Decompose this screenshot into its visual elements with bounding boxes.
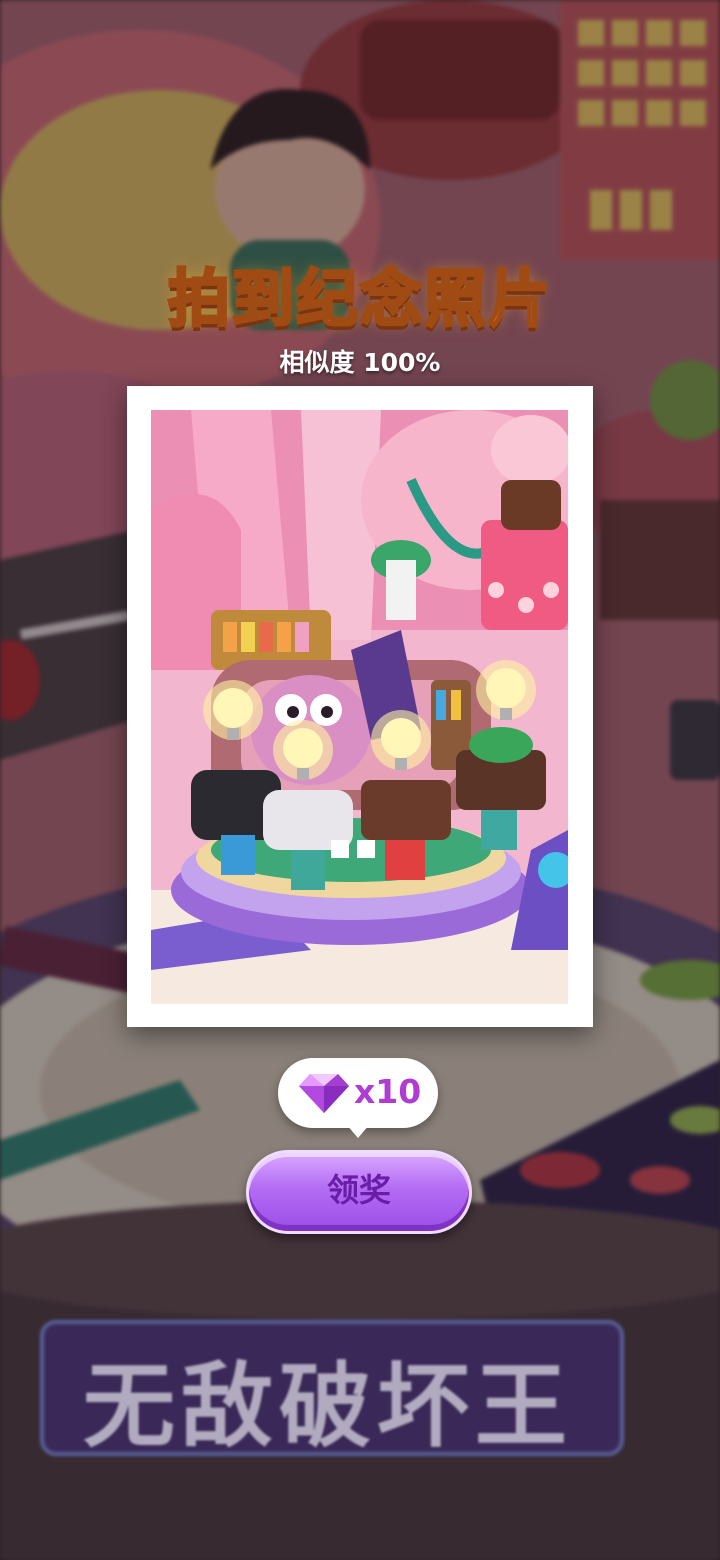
reward-bubble-tail bbox=[346, 1124, 370, 1138]
game-screen: 无敌破坏王 拍到纪念照片 相似度 100% x10 领奖 bbox=[0, 0, 720, 1560]
claim-reward-button[interactable]: 领奖 bbox=[246, 1150, 472, 1234]
purple-gem-icon bbox=[299, 1074, 349, 1113]
reward-bubble: x10 bbox=[278, 1058, 438, 1128]
background-sign-text: 无敌破坏王 bbox=[82, 1353, 573, 1460]
reward-quantity: x10 bbox=[354, 1072, 422, 1111]
souvenir-photo-frame bbox=[127, 386, 593, 1027]
similarity-label: 相似度 100% bbox=[279, 348, 441, 377]
souvenir-photo bbox=[151, 410, 568, 1004]
popup-title: 拍到纪念照片 bbox=[166, 261, 552, 337]
